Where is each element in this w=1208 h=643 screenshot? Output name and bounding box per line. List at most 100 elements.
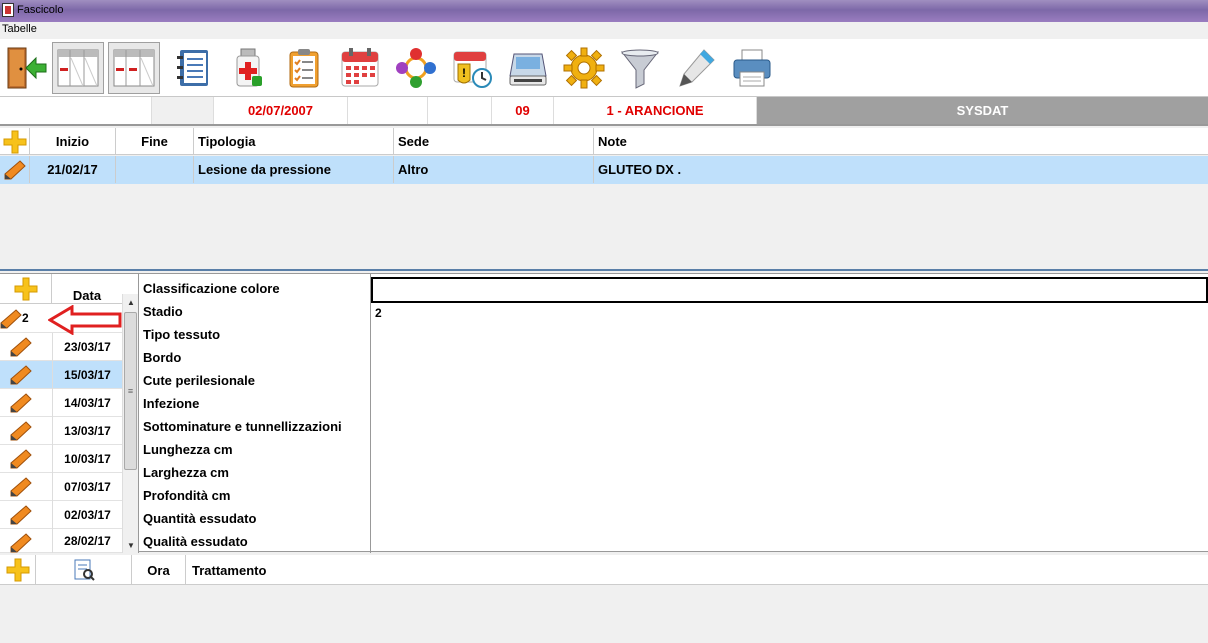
add-lesion-button[interactable] [0,128,30,155]
menu-bar: Tabelle [0,22,1208,39]
pencil-icon[interactable] [10,477,32,497]
pencil-icon[interactable] [10,421,32,441]
patient-info-bar: 02/07/2007 09 1 - ARANCIONE SYSDAT [0,97,1208,126]
scanner-button[interactable] [502,42,554,94]
plus-icon [6,558,29,582]
prop-sottominature[interactable]: Sottominature e tunnellizzazioni [143,415,372,438]
col-tipologia[interactable]: Tipologia [194,128,394,155]
pencil-icon[interactable] [10,337,32,357]
list-item[interactable]: 14/03/17 [0,389,122,417]
window-title: Fascicolo [17,4,64,16]
prop-cute-perilesionale[interactable]: Cute perilesionale [143,369,372,392]
add-treatment-button[interactable] [0,555,36,585]
list-item[interactable]: 02/03/17 [0,501,122,529]
col-data[interactable]: Data [52,274,122,304]
pencil-icon[interactable] [10,449,32,469]
filter-icon [620,49,660,89]
assessment-date: 23/03/17 [52,333,122,361]
people-network-button[interactable] [390,42,442,94]
table-row[interactable]: 21/02/17 Lesione da pressione Altro GLUT… [0,156,1208,184]
prop-profondita[interactable]: Profondità cm [143,484,372,507]
plus-icon [14,277,37,301]
assessment-panel: Data 2 23/03/17 15/03/17 14/03/17 13/03/… [0,273,1208,553]
prop-classificazione-colore[interactable]: Classificazione colore [143,277,372,300]
prop-infezione[interactable]: Infezione [143,392,372,415]
clipboard-checklist-icon [289,49,319,88]
print-button[interactable] [726,42,778,94]
pen-button[interactable] [670,42,722,94]
treatments-header: Ora Trattamento [0,555,1208,585]
grid-remove-button-2[interactable] [108,42,160,94]
assessment-date: 13/03/17 [52,417,122,445]
calendar-alert-clock-icon: ! [453,51,492,88]
app-icon [2,3,14,17]
col-ora[interactable]: Ora [132,555,186,585]
calendar-alert-button[interactable]: ! [446,42,498,94]
notebook-button[interactable] [166,42,218,94]
pencil-icon[interactable] [10,365,32,385]
cell-sede: Altro [394,156,594,183]
values-panel: 2 [371,274,1208,553]
checklist-button[interactable] [278,42,330,94]
scroll-up-arrow-icon[interactable]: ▲ [123,294,139,310]
settings-button[interactable] [558,42,610,94]
prop-bordo[interactable]: Bordo [143,346,372,369]
cell-tipologia: Lesione da pressione [194,156,394,183]
exit-button[interactable] [0,42,52,94]
col-sede[interactable]: Sede [394,128,594,155]
first-row-value: 2 [22,311,29,325]
filter-button[interactable] [614,42,666,94]
assessment-date: 10/03/17 [52,445,122,473]
info-priority: 1 - ARANCIONE [554,97,757,124]
grid-remove-button-1[interactable] [52,42,104,94]
prop-qualita-essudato[interactable]: Qualità essudato [143,530,372,553]
scroll-thumb[interactable]: ≡ [124,312,137,470]
people-network-icon [396,48,436,88]
prop-stadio[interactable]: Stadio [143,300,372,323]
classificazione-colore-field[interactable] [371,277,1208,303]
pencil-icon [4,159,26,179]
list-item[interactable]: 07/03/17 [0,473,122,501]
pencil-icon[interactable] [10,533,32,553]
list-item[interactable]: 15/03/17 [0,361,122,389]
menu-tabelle[interactable]: Tabelle [2,23,37,35]
assessment-dates-list: Data 2 23/03/17 15/03/17 14/03/17 13/03/… [0,274,122,553]
list-item[interactable]: 28/02/17 [0,529,122,553]
report-search-icon [74,559,95,581]
info-code: 09 [492,97,554,124]
prop-lunghezza[interactable]: Lunghezza cm [143,438,372,461]
treatment-report-button[interactable] [36,555,132,585]
list-item[interactable]: 2 [0,305,122,335]
dates-scrollbar[interactable]: ▲ ≡ ▼ [122,294,138,553]
prop-quantita-essudato[interactable]: Quantità essudato [143,507,372,530]
calendar-button[interactable] [334,42,386,94]
printer-icon [733,49,771,87]
plus-icon [3,130,26,153]
pencil-icon[interactable] [10,505,32,525]
medicine-button[interactable] [222,42,274,94]
pencil-icon[interactable] [10,393,32,413]
col-note[interactable]: Note [594,128,1208,155]
assessment-date: 28/02/17 [52,529,122,553]
prop-tipo-tessuto[interactable]: Tipo tessuto [143,323,372,346]
grid-remove-icon [57,49,99,87]
notebook-icon [177,50,208,86]
col-trattamento[interactable]: Trattamento [186,555,1208,585]
col-fine[interactable]: Fine [116,128,194,155]
add-assessment-button[interactable] [0,274,52,304]
treatments-grid: Ora Trattamento [0,555,1208,643]
list-item[interactable]: 23/03/17 [0,333,122,361]
edit-lesion-button[interactable] [0,156,30,183]
pencil-icon[interactable] [0,309,22,329]
info-spacer [152,97,214,124]
list-item[interactable]: 13/03/17 [0,417,122,445]
prop-larghezza[interactable]: Larghezza cm [143,461,372,484]
cell-note: GLUTEO DX . [598,162,682,177]
col-inizio[interactable]: Inizio [30,128,116,155]
scanner-icon [509,53,547,86]
arrow-left-icon [48,305,122,335]
list-item[interactable]: 10/03/17 [0,445,122,473]
lesions-header: Inizio Fine Tipologia Sede Note [0,128,1208,155]
scroll-down-arrow-icon[interactable]: ▼ [123,537,139,553]
assessment-date: 02/03/17 [52,501,122,529]
